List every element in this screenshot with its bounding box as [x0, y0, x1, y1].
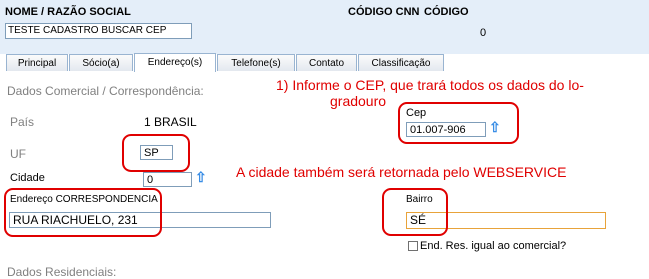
code-value: 0: [480, 27, 487, 39]
code-label: CÓDIGO: [424, 6, 469, 18]
tab-socio[interactable]: Sócio(a): [69, 54, 133, 71]
same-address-label: End. Res. igual ao comercial?: [420, 240, 567, 252]
tab-contato[interactable]: Contato: [296, 54, 357, 71]
arrow-up-icon[interactable]: ⇧: [195, 169, 207, 186]
same-address-checkbox[interactable]: [408, 241, 418, 251]
pais-value: 1 BRASIL: [144, 115, 197, 129]
uf-highlight: [122, 134, 190, 172]
tab-endereco[interactable]: Endereço(s): [134, 53, 216, 72]
endereco-highlight: [4, 188, 162, 237]
next-section-title: Dados Residenciais:: [7, 265, 117, 279]
cidade-input[interactable]: 0: [143, 172, 192, 187]
cnn-label: CÓDIGO CNN: [348, 6, 420, 18]
cep-highlight: [398, 102, 519, 144]
cidade-label: Cidade: [10, 172, 45, 184]
name-label: NOME / RAZÃO SOCIAL: [5, 6, 131, 18]
tab-telefone[interactable]: Telefone(s): [217, 54, 295, 71]
pais-label: País: [10, 115, 35, 129]
annotation-cep-line2: gradouro: [330, 93, 387, 109]
section-title: Dados Comercial / Correspondência:: [7, 84, 204, 98]
annotation-cidade: A cidade também será retornada pelo WEBS…: [236, 164, 567, 180]
tab-principal[interactable]: Principal: [6, 54, 68, 71]
annotation-cep-line1: 1) Informe o CEP, que trará todos os dad…: [276, 77, 584, 93]
name-input[interactable]: TESTE CADASTRO BUSCAR CEP: [5, 23, 192, 39]
tab-classificacao[interactable]: Classificação: [358, 54, 444, 71]
uf-label: UF: [10, 147, 26, 161]
bairro-highlight: [382, 188, 448, 236]
